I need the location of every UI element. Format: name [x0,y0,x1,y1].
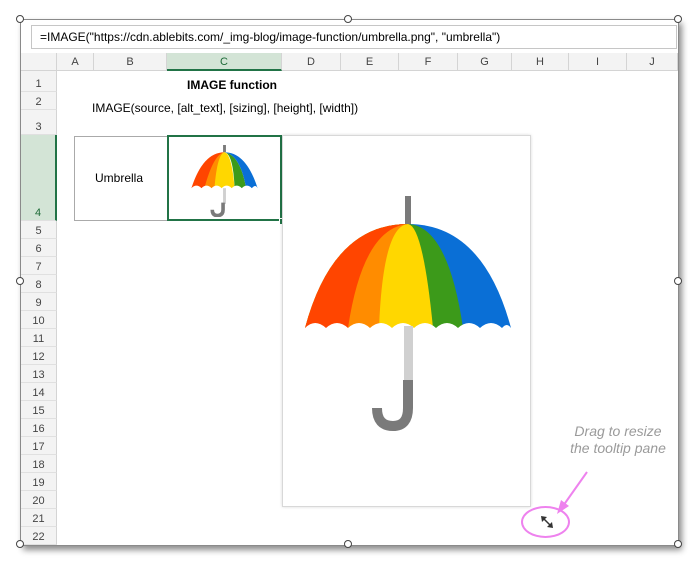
select-all-corner[interactable] [21,53,57,71]
row-header-9[interactable]: 9 [21,293,57,311]
image-tooltip-pane[interactable] [282,135,531,507]
column-header-f[interactable]: F [399,53,458,71]
row-header-6[interactable]: 6 [21,239,57,257]
row-header-22[interactable]: 22 [21,527,57,545]
resize-diagonal-icon[interactable] [539,514,555,530]
row-header-3[interactable]: 3 [21,110,57,135]
frame-handle-middle-left[interactable] [16,277,24,285]
frame-handle-bottom-center[interactable] [344,540,352,548]
row-header-13[interactable]: 13 [21,365,57,383]
row-header-19[interactable]: 19 [21,473,57,491]
column-header-c[interactable]: C [167,53,282,71]
row-header-16[interactable]: 16 [21,419,57,437]
row-header-14[interactable]: 14 [21,383,57,401]
frame-handle-top-right[interactable] [674,15,682,23]
column-header-a[interactable]: A [57,53,94,71]
spreadsheet-window: =IMAGE("https://cdn.ablebits.com/_img-bl… [20,19,679,546]
resize-annotation: Drag to resize the tooltip pane [553,423,678,457]
row-header-15[interactable]: 15 [21,401,57,419]
frame-handle-middle-right[interactable] [674,277,682,285]
column-header-g[interactable]: G [458,53,512,71]
row-header-10[interactable]: 10 [21,311,57,329]
column-header-i[interactable]: I [569,53,627,71]
frame-handle-bottom-left[interactable] [16,540,24,548]
annotation-line-1: Drag to resize [574,423,662,439]
row-header-21[interactable]: 21 [21,509,57,527]
column-header-b[interactable]: B [94,53,167,71]
row-header-18[interactable]: 18 [21,455,57,473]
cell-b4[interactable]: Umbrella [95,171,143,185]
frame-handle-top-left[interactable] [16,15,24,23]
row-header-4[interactable]: 4 [21,135,57,221]
title-cell[interactable]: IMAGE function [187,78,277,92]
column-header-j[interactable]: J [627,53,678,71]
formula-bar-input[interactable]: =IMAGE("https://cdn.ablebits.com/_img-bl… [31,25,677,49]
row-header-8[interactable]: 8 [21,275,57,293]
column-header-d[interactable]: D [282,53,341,71]
selected-cell-c4[interactable] [167,135,282,221]
frame-handle-bottom-right[interactable] [674,540,682,548]
syntax-cell[interactable]: IMAGE(source, [alt_text], [sizing], [hei… [92,101,358,115]
row-header-12[interactable]: 12 [21,347,57,365]
row-header-11[interactable]: 11 [21,329,57,347]
row-header-17[interactable]: 17 [21,437,57,455]
row-header-20[interactable]: 20 [21,491,57,509]
row-header-2[interactable]: 2 [21,92,57,110]
umbrella-image-large [305,196,511,432]
row-header-7[interactable]: 7 [21,257,57,275]
column-header-h[interactable]: H [512,53,569,71]
column-header-e[interactable]: E [341,53,399,71]
row-header-5[interactable]: 5 [21,221,57,239]
annotation-line-2: the tooltip pane [570,440,666,456]
frame-handle-top-center[interactable] [344,15,352,23]
row-header-1[interactable]: 1 [21,71,57,92]
